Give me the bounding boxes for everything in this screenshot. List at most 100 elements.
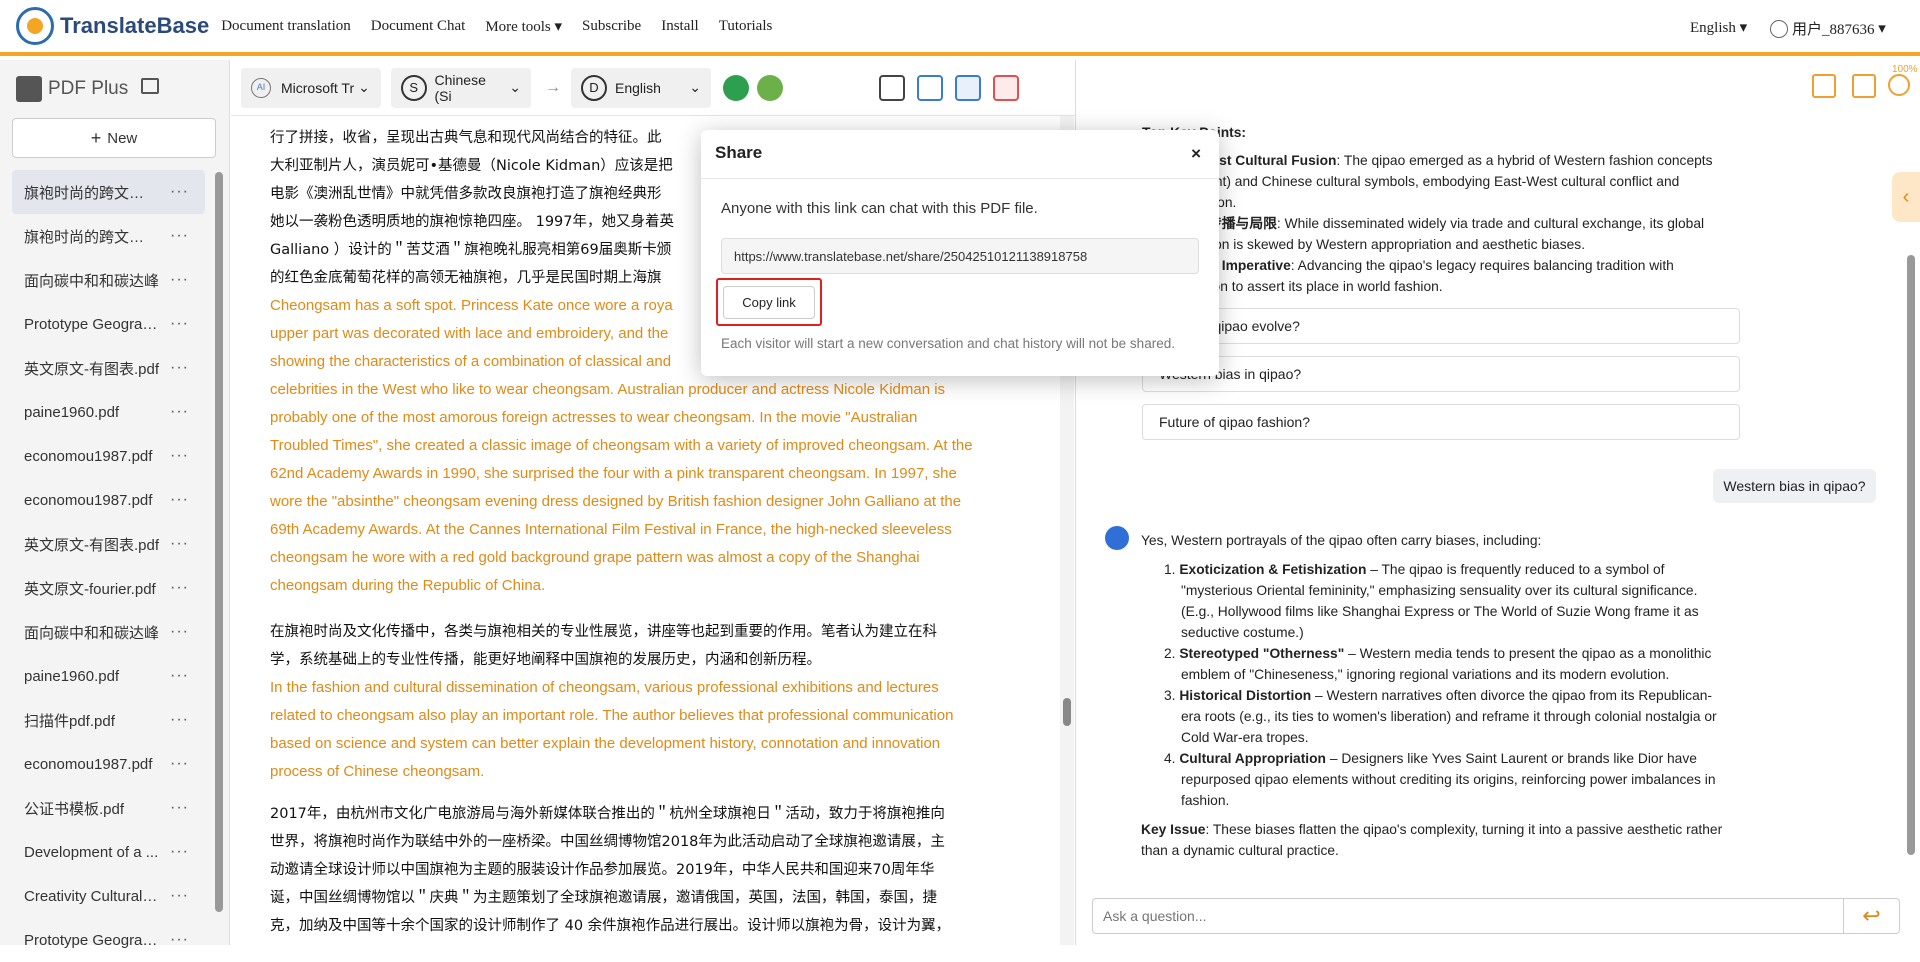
key-issue: Key Issue: These biases flatten the qipa… <box>1141 822 1723 858</box>
file-item[interactable]: 扫描件pdf.pdf ··· <box>0 698 205 742</box>
save-icon[interactable] <box>879 74 905 101</box>
file-item[interactable]: Creativity Cultural ... ··· <box>0 874 205 918</box>
sidebar-scrollbar[interactable] <box>215 172 223 912</box>
file-item[interactable]: 英文原文-fourier.pdf ··· <box>0 566 205 610</box>
paragraph-zh: 2017年，由杭州市文化广电旅游局与海外新媒体联合推出的＂杭州全球旗袍日＂活动，… <box>270 806 951 934</box>
file-name: 英文原文-有图表.pdf <box>24 536 159 554</box>
more-options-icon[interactable]: ··· <box>170 711 189 729</box>
file-name: 旗袍时尚的跨文化传播 <box>24 228 159 246</box>
more-options-icon[interactable]: ··· <box>170 271 189 289</box>
sidebar-title: PDF Plus <box>48 78 129 99</box>
chevron-down-icon: ⌄ <box>358 79 370 95</box>
sidebar-toggle-icon[interactable] <box>141 78 159 94</box>
suggestion-question[interactable]: Future of qipao fashion? <box>1142 404 1740 440</box>
file-item[interactable]: 面向碳中和和碳达峰 ··· <box>0 610 205 654</box>
file-item[interactable]: economou1987.pdf ··· <box>0 742 205 786</box>
plus-icon: + <box>90 127 102 148</box>
sidebar-header: PDF Plus <box>0 60 229 118</box>
file-name: paine1960.pdf <box>24 403 120 421</box>
user-menu[interactable]: 用户_887636 ▾ <box>1770 18 1886 39</box>
file-item[interactable]: 英文原文-有图表.pdf ··· <box>0 522 205 566</box>
more-options-icon[interactable]: ··· <box>170 623 189 641</box>
answer-item: 2. Stereotyped "Otherness" – Western med… <box>1164 646 1712 682</box>
collapse-panel-icon[interactable]: ‹ <box>1892 172 1920 222</box>
target-language-icon: D <box>581 74 607 101</box>
export-chat-icon[interactable] <box>1852 74 1876 98</box>
collaborate-icon[interactable] <box>757 74 783 101</box>
engine-select[interactable]: AI Microsoft Tr ⌄ <box>241 67 381 108</box>
file-list: 旗袍时尚的跨文化传播 ··· 旗袍时尚的跨文化传播 ··· 面向碳中和和碳达峰 ···… <box>0 170 229 962</box>
file-item[interactable]: 公证书模板.pdf ··· <box>0 786 205 830</box>
file-item[interactable]: economou1987.pdf ··· <box>0 434 205 478</box>
copy-link-button[interactable]: Copy link <box>723 286 815 319</box>
file-item[interactable]: 英文原文-有图表.pdf ··· <box>0 346 205 390</box>
file-name: Development of a ... <box>24 843 159 861</box>
file-name: economou1987.pdf <box>24 447 153 465</box>
dialog-description: Anyone with this link can chat with this… <box>721 200 1038 217</box>
more-options-icon[interactable]: ··· <box>170 315 189 333</box>
file-item[interactable]: Prototype Geography ··· <box>0 918 205 962</box>
close-icon[interactable]: × <box>1191 144 1201 164</box>
file-item[interactable]: 旗袍时尚的跨文化传播 ··· <box>12 170 205 214</box>
font-icon[interactable] <box>917 74 943 101</box>
file-item[interactable]: paine1960.pdf ··· <box>0 654 205 698</box>
html-export-icon[interactable] <box>955 74 981 101</box>
more-options-icon[interactable]: ··· <box>170 447 189 465</box>
nav-subscribe[interactable]: Subscribe <box>582 18 641 35</box>
more-options-icon[interactable]: ··· <box>170 843 189 861</box>
refresh-icon[interactable] <box>1888 74 1910 96</box>
file-name: 面向碳中和和碳达峰 <box>24 624 159 642</box>
nav-install[interactable]: Install <box>661 18 699 35</box>
more-options-icon[interactable]: ··· <box>170 931 189 949</box>
target-language-select[interactable]: D English ⌄ <box>571 67 711 108</box>
send-button[interactable]: ↩ <box>1843 899 1899 933</box>
more-options-icon[interactable]: ··· <box>170 887 189 905</box>
suggestion-question[interactable]: How did qipao evolve? <box>1142 308 1740 344</box>
chat-scrollbar[interactable] <box>1907 255 1915 855</box>
more-options-icon[interactable]: ··· <box>170 227 189 245</box>
more-options-icon[interactable]: ··· <box>170 799 189 817</box>
suggestion-question[interactable]: Western bias in qipao? <box>1142 356 1740 392</box>
file-item[interactable]: Prototype Geography ··· <box>0 302 205 346</box>
language-selector[interactable]: English ▾ <box>1690 18 1747 37</box>
logo[interactable]: TranslateBase <box>16 7 209 45</box>
translate-confirm-icon[interactable] <box>723 74 749 101</box>
nav-more-tools[interactable]: More tools ▾ <box>485 17 562 36</box>
chat-toolbar: 100% <box>1076 60 1920 116</box>
source-language-label: Chinese (Si <box>434 71 486 104</box>
nav-tutorials[interactable]: Tutorials <box>719 18 773 35</box>
nav-document-chat[interactable]: Document Chat <box>371 18 466 35</box>
file-name: Prototype Geography <box>24 315 159 333</box>
pdf-export-icon[interactable] <box>993 74 1019 101</box>
more-options-icon[interactable]: ··· <box>170 667 189 685</box>
file-item[interactable]: paine1960.pdf ··· <box>0 390 205 434</box>
file-item[interactable]: Development of a ... ··· <box>0 830 205 874</box>
answer-item: 1. Exoticization & Fetishization – The q… <box>1164 562 1699 640</box>
share-icon[interactable] <box>1812 74 1836 98</box>
nav-document-translation[interactable]: Document translation <box>221 18 351 35</box>
more-options-icon[interactable]: ··· <box>170 579 189 597</box>
more-options-icon[interactable]: ··· <box>170 755 189 773</box>
more-options-icon[interactable]: ··· <box>170 359 189 377</box>
more-options-icon[interactable]: ··· <box>170 535 189 553</box>
source-language-select[interactable]: S Chinese (Si ⌄ <box>391 67 531 108</box>
file-item[interactable]: 旗袍时尚的跨文化传播 ··· <box>0 214 205 258</box>
zoom-level: 100% <box>1892 64 1918 75</box>
ai-icon: AI <box>251 77 271 98</box>
chat-input[interactable] <box>1103 899 1803 933</box>
user-message: Western bias in qipao? <box>1713 469 1876 503</box>
paragraph-zh: 在旗袍时尚及文化传播中，各类与旗袍相关的专业性展览，讲座等也起到重要的作用。笔者… <box>270 624 937 668</box>
file-item[interactable]: economou1987.pdf ··· <box>0 478 205 522</box>
more-options-icon[interactable]: ··· <box>170 403 189 421</box>
share-dialog: Share × Anyone with this link can chat w… <box>701 130 1219 376</box>
answer-item: 4. Cultural Appropriation – Designers li… <box>1164 751 1716 808</box>
new-button-label: New <box>107 129 138 147</box>
more-options-icon[interactable]: ··· <box>170 491 189 509</box>
more-options-icon[interactable]: ··· <box>170 183 189 201</box>
pdf-scrollbar-thumb[interactable] <box>1063 698 1071 726</box>
sidebar: PDF Plus + New 旗袍时尚的跨文化传播 ··· 旗袍时尚的跨文化传播 ·… <box>0 60 230 949</box>
dialog-title: Share <box>715 143 763 162</box>
file-item[interactable]: 面向碳中和和碳达峰 ··· <box>0 258 205 302</box>
new-button[interactable]: + New <box>12 118 216 158</box>
share-link-field[interactable]: https://www.translatebase.net/share/2504… <box>721 238 1199 274</box>
